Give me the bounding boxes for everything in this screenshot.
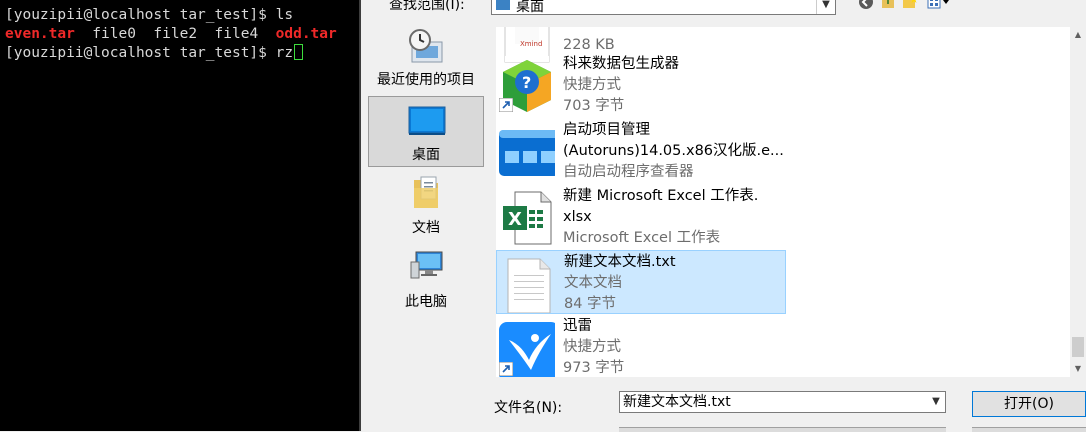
filename-combo[interactable]: 新建文本文档.txt ▼ [619, 391, 946, 413]
place-label: 桌面 [412, 147, 440, 163]
list-item[interactable]: ? 科来数据包生成器 快捷方式 703 字节 [496, 52, 786, 116]
up-folder-icon[interactable] [879, 0, 897, 12]
file-name: 启动项目管理 [563, 122, 650, 138]
place-label: 此电脑 [405, 294, 447, 310]
cancel-button[interactable] [972, 427, 1086, 432]
place-recent-items[interactable]: 最近使用的项目 [368, 27, 484, 98]
file-type: 快捷方式 [563, 77, 621, 93]
file-name-line2: xlsx [563, 209, 592, 225]
file-type-combo[interactable] [619, 427, 946, 432]
file-size: 973 字节 [563, 360, 625, 376]
file-name: 科来数据包生成器 [563, 56, 679, 72]
file-name: 新建 Microsoft Excel 工作表. [563, 188, 759, 204]
place-documents[interactable]: 文档 [368, 171, 484, 242]
filename-value: 新建文本文档.txt [623, 394, 731, 410]
desktop-icon [408, 106, 446, 135]
scroll-up-icon[interactable]: ▲ [1070, 27, 1086, 43]
svg-text:X: X [508, 209, 522, 230]
recent-items-icon [409, 29, 443, 63]
place-label: 文档 [412, 220, 440, 236]
lookin-label: 查找范围(I): [389, 0, 465, 13]
list-item[interactable]: 启动项目管理 (Autoruns)14.05.x86汉化版.e... 自动启动程… [496, 118, 786, 182]
file-name: 迅雷 [563, 318, 592, 334]
this-pc-icon [410, 251, 443, 279]
file-list[interactable]: Xmind 228 KB ? 科来数据包生成器 快捷方式 703 字节 启动项目… [496, 27, 1070, 377]
text-file-icon [507, 258, 551, 313]
terminal-window[interactable]: [youzipii@localhost tar_test]$ ls even.t… [0, 0, 359, 431]
shortcut-arrow-icon [499, 98, 513, 112]
open-file-dialog: 查找范围(I): 桌面 ▼ 最近使用的项目 桌面 文档 此电脑 Xmind 22… [361, 0, 1086, 432]
places-bar: 最近使用的项目 桌面 文档 此电脑 [368, 27, 492, 327]
new-folder-icon[interactable] [901, 0, 919, 12]
terminal-command: rz [275, 45, 294, 61]
autoruns-icon [499, 130, 555, 176]
file-type: 自动启动程序查看器 [563, 164, 694, 180]
filename-label: 文件名(N): [494, 400, 563, 416]
terminal-file-odd: odd.tar [275, 26, 337, 42]
list-item-selected[interactable]: 新建文本文档.txt 文本文档 84 字节 [496, 250, 786, 314]
chevron-down-icon[interactable]: ▼ [816, 0, 835, 14]
list-scrollbar[interactable]: ▲ ▼ [1070, 27, 1086, 377]
view-menu-icon[interactable] [925, 0, 955, 12]
list-item[interactable]: 迅雷 快捷方式 973 字节 [496, 316, 786, 377]
terminal-prompt: [youzipii@localhost tar_test]$ [5, 45, 276, 61]
shortcut-arrow-icon [499, 362, 513, 376]
place-label: 最近使用的项目 [377, 72, 475, 88]
open-button[interactable]: 打开(O) [972, 391, 1086, 417]
terminal-prompt: [youzipii@localhost tar_test]$ [5, 7, 276, 23]
file-type: Microsoft Excel 工作表 [563, 230, 721, 246]
terminal-files: file0 file2 file4 [74, 26, 276, 42]
terminal-command: ls [275, 7, 294, 23]
place-this-pc[interactable]: 此电脑 [368, 245, 484, 316]
place-desktop[interactable]: 桌面 [368, 96, 484, 167]
file-type: 文本文档 [564, 275, 622, 291]
file-size: 703 字节 [563, 98, 625, 114]
chevron-down-icon[interactable]: ▼ [927, 392, 945, 412]
desktop-folder-icon [496, 0, 510, 10]
lookin-combo[interactable]: 桌面 ▼ [491, 0, 836, 15]
scroll-thumb[interactable] [1072, 337, 1084, 357]
back-icon[interactable] [857, 0, 875, 12]
terminal-file-even: even.tar [5, 26, 75, 42]
list-item[interactable]: X 新建 Microsoft Excel 工作表. xlsx Microsoft… [496, 184, 786, 248]
svg-text:?: ? [522, 73, 531, 92]
file-name-line2: (Autoruns)14.05.x86汉化版.e... [563, 143, 784, 159]
xmind-label: Xmind [520, 40, 543, 48]
terminal-cursor [294, 44, 304, 60]
excel-icon: X [503, 191, 552, 245]
lookin-value: 桌面 [516, 0, 544, 15]
file-size: 84 字节 [564, 296, 617, 312]
scroll-down-icon[interactable]: ▼ [1070, 361, 1086, 377]
file-type: 快捷方式 [563, 339, 621, 355]
documents-icon [414, 176, 438, 208]
file-name: 新建文本文档.txt [564, 254, 676, 270]
terminal-output: even.tar file0 file2 file4 odd.tar [5, 26, 337, 42]
